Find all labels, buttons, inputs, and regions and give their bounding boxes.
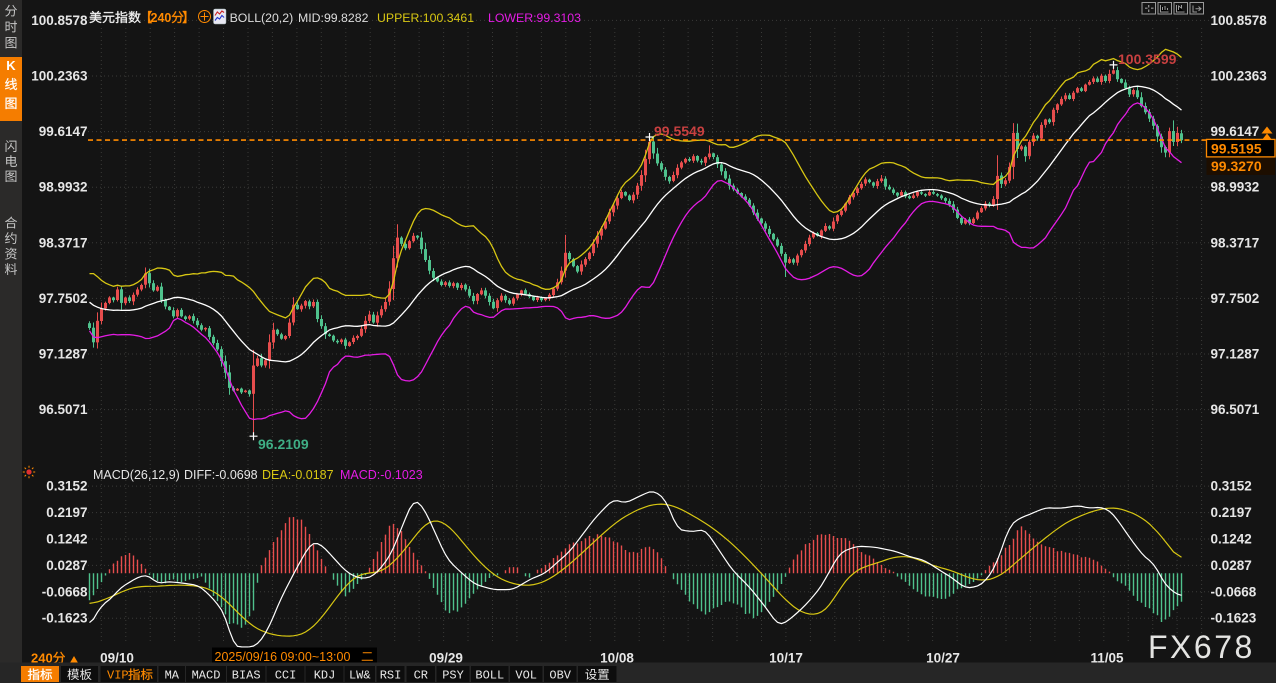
- svg-text:100.8578: 100.8578: [31, 13, 88, 28]
- svg-text:-0.0668: -0.0668: [1211, 584, 1257, 599]
- svg-text:98.9932: 98.9932: [39, 180, 88, 195]
- svg-text:100.3599: 100.3599: [1118, 51, 1177, 67]
- svg-text:BOLL: BOLL: [475, 669, 504, 683]
- svg-text:KDJ: KDJ: [314, 669, 336, 683]
- svg-text:0.0287: 0.0287: [1211, 558, 1252, 573]
- svg-text:CR: CR: [414, 669, 428, 683]
- svg-text:DIFF:-0.0698: DIFF:-0.0698: [184, 468, 258, 482]
- svg-text:99.3270: 99.3270: [1211, 158, 1262, 174]
- svg-text:-0.1623: -0.1623: [42, 611, 88, 626]
- svg-text:96.5071: 96.5071: [39, 402, 88, 417]
- svg-text:99.5195: 99.5195: [1211, 140, 1262, 156]
- svg-text:97.7502: 97.7502: [39, 291, 88, 306]
- svg-text:MA: MA: [165, 669, 180, 683]
- svg-text:VOL: VOL: [515, 669, 537, 683]
- svg-text:98.3717: 98.3717: [1211, 235, 1260, 250]
- svg-text:0.1242: 0.1242: [1211, 532, 1252, 547]
- svg-text:MACD(26,12,9): MACD(26,12,9): [93, 468, 180, 482]
- svg-text:PSY: PSY: [442, 669, 464, 683]
- svg-text:100.8578: 100.8578: [1211, 13, 1268, 28]
- svg-text:98.9932: 98.9932: [1211, 180, 1260, 195]
- svg-text:98.3717: 98.3717: [39, 235, 88, 250]
- svg-text:99.6147: 99.6147: [1211, 124, 1260, 139]
- svg-text:OBV: OBV: [549, 669, 571, 683]
- svg-text:100.2363: 100.2363: [1211, 69, 1268, 84]
- svg-text:LOWER:99.3103: LOWER:99.3103: [488, 11, 581, 25]
- svg-text:97.7502: 97.7502: [1211, 291, 1260, 306]
- svg-text:K: K: [6, 58, 16, 73]
- svg-text:MID:99.8282: MID:99.8282: [298, 11, 369, 25]
- svg-text:BIAS: BIAS: [232, 669, 261, 683]
- svg-text:97.1287: 97.1287: [1211, 347, 1260, 362]
- svg-text:0.2197: 0.2197: [46, 505, 87, 520]
- svg-text:MACD: MACD: [192, 669, 221, 683]
- svg-text:99.5549: 99.5549: [654, 123, 705, 139]
- svg-text:99.6147: 99.6147: [39, 124, 88, 139]
- svg-text:RSI: RSI: [380, 669, 402, 683]
- svg-text:0.2197: 0.2197: [1211, 505, 1252, 520]
- svg-text:2025/09/16 09:00~13:00: 2025/09/16 09:00~13:00: [215, 650, 351, 664]
- svg-text:240: 240: [151, 11, 172, 25]
- svg-text:-0.0668: -0.0668: [42, 584, 88, 599]
- svg-text:FX678: FX678: [1148, 629, 1255, 665]
- svg-text:LW&: LW&: [349, 669, 371, 683]
- svg-text:96.2109: 96.2109: [258, 436, 309, 452]
- svg-text:0.3152: 0.3152: [46, 479, 87, 494]
- svg-text:97.1287: 97.1287: [39, 347, 88, 362]
- svg-text:-0.1623: -0.1623: [1211, 611, 1257, 626]
- svg-text:MACD:-0.1023: MACD:-0.1023: [340, 468, 423, 482]
- svg-text:CCI: CCI: [275, 669, 297, 683]
- svg-text:0.3152: 0.3152: [1211, 479, 1252, 494]
- svg-text:100.2363: 100.2363: [31, 69, 88, 84]
- svg-text:0.1242: 0.1242: [46, 532, 87, 547]
- svg-text:UPPER:100.3461: UPPER:100.3461: [377, 11, 474, 25]
- svg-text:96.5071: 96.5071: [1211, 402, 1260, 417]
- svg-text:VIP: VIP: [107, 669, 129, 683]
- svg-text:0.0287: 0.0287: [46, 558, 87, 573]
- svg-text:BOLL(20,2): BOLL(20,2): [230, 11, 294, 25]
- svg-text:DEA:-0.0187: DEA:-0.0187: [262, 468, 334, 482]
